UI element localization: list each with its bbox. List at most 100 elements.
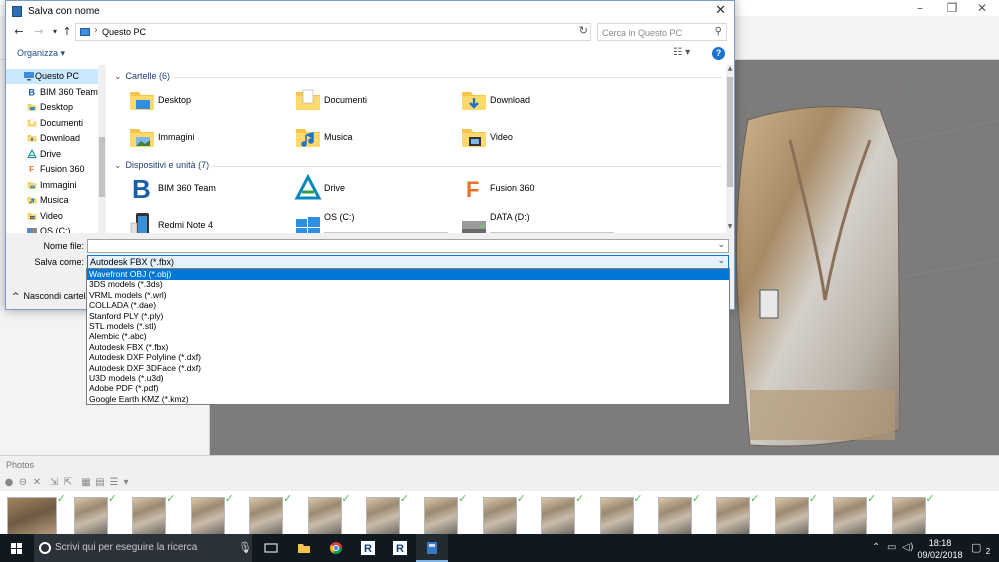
sidebar-item-drive[interactable]: Drive: [6, 147, 98, 162]
chevron-down-icon[interactable]: ⌄: [717, 256, 725, 266]
app-close-button[interactable]: ✕: [962, 0, 999, 16]
content-scrollbar[interactable]: ▲ ▼: [726, 65, 734, 233]
savetype-option[interactable]: Google Earth KMZ (*.kmz): [87, 394, 729, 405]
photo-thumbnail[interactable]: ✓: [833, 492, 876, 534]
refresh-icon[interactable]: ↻: [579, 24, 588, 37]
sidebar-item-documenti[interactable]: Documenti: [6, 116, 98, 131]
start-button[interactable]: [0, 534, 34, 562]
search-input[interactable]: Cerca in Questo PC ⚲: [597, 23, 727, 41]
tile-desktop[interactable]: Desktop: [128, 86, 288, 116]
devices-group-header[interactable]: ⌄ Dispositivi e unità (7): [114, 160, 209, 172]
sidebar-item-desktop[interactable]: Desktop: [6, 100, 98, 115]
check-circle-icon[interactable]: ●: [3, 477, 15, 489]
savetype-option[interactable]: Wavefront OBJ (*.obj): [87, 269, 729, 280]
tile-redmi-note-4[interactable]: Redmi Note 4: [128, 211, 288, 233]
savetype-option[interactable]: Stanford PLY (*.ply): [87, 311, 729, 322]
savetype-select[interactable]: Autodesk FBX (*.fbx) ⌄: [87, 255, 729, 269]
sidebar-item-video[interactable]: Video: [6, 209, 98, 224]
photo-thumbnail[interactable]: ✓: [132, 492, 175, 534]
breadcrumb-separator-icon[interactable]: ›: [94, 25, 98, 36]
close-icon[interactable]: ✕: [715, 3, 726, 18]
tile-drive[interactable]: Drive: [294, 173, 454, 204]
network-icon[interactable]: ▭: [887, 542, 896, 553]
recap-photo-taskbar-button[interactable]: R: [384, 534, 416, 562]
up-arrow-icon[interactable]: ↑: [59, 24, 75, 40]
navpane-scrollbar[interactable]: [98, 65, 106, 233]
chevron-down-icon[interactable]: ⌄: [114, 72, 122, 82]
clock-time[interactable]: 18:18: [912, 538, 968, 548]
photo-thumbnail[interactable]: ✓: [424, 492, 467, 534]
file-explorer-taskbar-button[interactable]: [288, 534, 320, 562]
savetype-option[interactable]: Autodesk FBX (*.fbx): [87, 342, 729, 353]
savetype-option[interactable]: U3D models (*.u3d): [87, 373, 729, 384]
view-options-icon[interactable]: ☷ ▾: [673, 47, 695, 61]
photo-thumbnail[interactable]: ✓: [307, 492, 351, 534]
sidebar-item-download[interactable]: Download: [6, 131, 98, 146]
tile-data-d[interactable]: DATA (D:): [460, 211, 620, 233]
photo-thumbnail[interactable]: ✓: [658, 492, 701, 534]
taskbar-search-box[interactable]: Scrivi qui per eseguire la ricerca 🎙: [34, 534, 252, 562]
content-scroll-thumb[interactable]: [727, 77, 733, 187]
savetype-option[interactable]: COLLADA (*.dae): [87, 300, 729, 311]
tile-documenti[interactable]: Documenti: [294, 86, 454, 116]
tile-immagini[interactable]: Immagini: [128, 123, 288, 153]
navpane-scroll-thumb[interactable]: [99, 137, 105, 197]
photo-thumbnail[interactable]: ✓: [716, 492, 759, 534]
sidebar-item-fusion-360[interactable]: F Fusion 360: [6, 162, 98, 177]
tile-download[interactable]: Download: [460, 86, 620, 116]
import-icon[interactable]: ⇲: [48, 477, 60, 489]
forward-arrow-icon[interactable]: →: [31, 24, 47, 40]
photo-thumbnail[interactable]: ✓: [366, 492, 409, 534]
task-view-button[interactable]: [255, 534, 287, 562]
photos-thumbnail-strip[interactable]: ✓ ✓ ✓ ✓ ✓ ✓ ✓ ✓ ✓ ✓ ✓ ✓ ✓ ✓ ✓ ✓: [0, 491, 999, 534]
chevron-down-icon[interactable]: ▾: [120, 477, 132, 489]
chevron-down-icon[interactable]: ⌄: [717, 240, 725, 250]
export-icon[interactable]: ⇱: [62, 477, 74, 489]
active-app-taskbar-button[interactable]: [416, 534, 448, 562]
notification-center-icon[interactable]: ▢: [971, 541, 981, 554]
chrome-taskbar-button[interactable]: [320, 534, 352, 562]
sidebar-item-bim-360-team[interactable]: B BIM 360 Team: [6, 85, 98, 100]
hide-folders-button[interactable]: ^ Nascondi cartelle: [12, 291, 93, 302]
savetype-option[interactable]: VRML models (*.wrl): [87, 290, 729, 301]
3d-model-mesh[interactable]: [730, 100, 900, 450]
photo-thumbnail[interactable]: ✓: [774, 492, 818, 534]
scroll-up-arrow-icon[interactable]: ▲: [726, 65, 734, 72]
group-icon[interactable]: ▦: [80, 477, 92, 489]
list-view-icon[interactable]: ☰: [108, 477, 120, 489]
photo-thumbnail[interactable]: ✓: [249, 492, 292, 534]
photo-thumbnail[interactable]: ✓: [891, 492, 935, 534]
tray-chevron-up-icon[interactable]: ⌃: [872, 542, 880, 553]
search-icon[interactable]: ⚲: [715, 26, 722, 37]
photo-thumbnail[interactable]: ✓: [74, 492, 117, 534]
back-arrow-icon[interactable]: ←: [11, 24, 27, 40]
folders-group-header[interactable]: ⌄ Cartelle (6): [114, 71, 170, 83]
help-icon[interactable]: ?: [712, 47, 725, 60]
tile-os-c[interactable]: OS (C:): [294, 211, 454, 233]
tile-musica[interactable]: Musica: [294, 123, 454, 153]
savetype-option[interactable]: STL models (*.stl): [87, 321, 729, 332]
grid-view-icon[interactable]: ▤: [94, 477, 106, 489]
photo-thumbnail[interactable]: ✓: [482, 492, 526, 534]
sidebar-item-questo-pc[interactable]: Questo PC: [6, 69, 98, 84]
breadcrumb[interactable]: Questo PC: [102, 27, 146, 37]
organize-button[interactable]: Organizza ▾: [17, 48, 65, 59]
sidebar-item-os-c[interactable]: OS (C:): [6, 224, 98, 233]
photo-thumbnail[interactable]: ✓: [7, 492, 66, 534]
clock-date[interactable]: 09/02/2018: [912, 550, 968, 560]
tile-bim-360-team[interactable]: B BIM 360 Team: [128, 174, 288, 204]
photo-thumbnail[interactable]: ✓: [599, 492, 643, 534]
sidebar-item-immagini[interactable]: Immagini: [6, 178, 98, 193]
savetype-option[interactable]: Alembic (*.abc): [87, 331, 729, 342]
savetype-option[interactable]: 3DS models (*.3ds): [87, 279, 729, 290]
tile-fusion-360[interactable]: F Fusion 360: [460, 174, 620, 204]
photo-thumbnail[interactable]: ✓: [541, 492, 584, 534]
microphone-icon[interactable]: 🎙: [238, 541, 252, 554]
tile-video[interactable]: Video: [460, 123, 620, 153]
address-bar[interactable]: › Questo PC ↻: [75, 23, 591, 41]
scroll-down-arrow-icon[interactable]: ▼: [726, 223, 734, 230]
photo-thumbnail[interactable]: ✓: [190, 492, 234, 534]
savetype-option[interactable]: Autodesk DXF Polyline (*.dxf): [87, 352, 729, 363]
savetype-dropdown-list[interactable]: Wavefront OBJ (*.obj) 3DS models (*.3ds) V…: [86, 268, 730, 405]
savetype-option[interactable]: Adobe PDF (*.pdf): [87, 383, 729, 394]
